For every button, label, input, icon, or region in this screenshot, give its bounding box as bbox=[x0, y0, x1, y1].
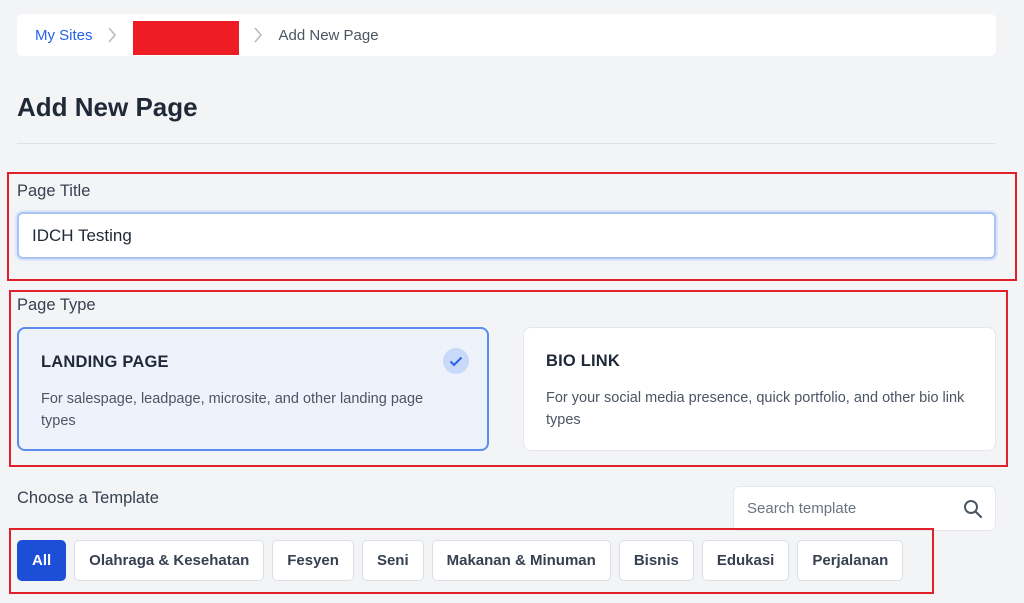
category-bisnis[interactable]: Bisnis bbox=[618, 540, 694, 581]
chevron-right-icon bbox=[107, 27, 119, 43]
page-type-card-landing-page[interactable]: LANDING PAGE For salespage, leadpage, mi… bbox=[17, 327, 489, 451]
template-search bbox=[733, 486, 996, 531]
breadcrumb-current: Add New Page bbox=[278, 26, 379, 44]
chevron-right-icon bbox=[253, 27, 265, 43]
category-perjalanan[interactable]: Perjalanan bbox=[797, 540, 904, 581]
category-olahraga-kesehatan[interactable]: Olahraga & Kesehatan bbox=[74, 540, 265, 581]
search-icon[interactable] bbox=[963, 499, 983, 524]
page-type-title: LANDING PAGE bbox=[41, 353, 169, 371]
page-title: Add New Page bbox=[17, 92, 198, 122]
page-type-description: For your social media presence, quick po… bbox=[546, 390, 965, 428]
page-type-title: BIO LINK bbox=[546, 352, 621, 370]
breadcrumb-redacted-site[interactable] bbox=[132, 21, 239, 55]
template-search-input[interactable] bbox=[734, 500, 949, 517]
page-type-description: For salespage, leadpage, microsite, and … bbox=[41, 391, 424, 429]
page-type-card-bio-link[interactable]: BIO LINK For your social media presence,… bbox=[523, 327, 996, 451]
category-makanan-minuman[interactable]: Makanan & Minuman bbox=[431, 540, 611, 581]
breadcrumb: My Sites Add New Page bbox=[17, 14, 996, 56]
check-icon bbox=[443, 348, 469, 374]
category-edukasi[interactable]: Edukasi bbox=[701, 540, 790, 581]
page-title-label: Page Title bbox=[17, 182, 91, 200]
category-all[interactable]: All bbox=[17, 540, 67, 581]
page-title-input[interactable] bbox=[17, 212, 996, 259]
choose-template-label: Choose a Template bbox=[17, 489, 159, 507]
template-category-list: All Olahraga & Kesehatan Fesyen Seni Mak… bbox=[17, 540, 904, 581]
divider bbox=[17, 143, 995, 144]
category-fesyen[interactable]: Fesyen bbox=[272, 540, 354, 581]
page-type-label: Page Type bbox=[17, 296, 96, 314]
breadcrumb-my-sites-link[interactable]: My Sites bbox=[35, 27, 93, 44]
category-seni[interactable]: Seni bbox=[361, 540, 424, 581]
